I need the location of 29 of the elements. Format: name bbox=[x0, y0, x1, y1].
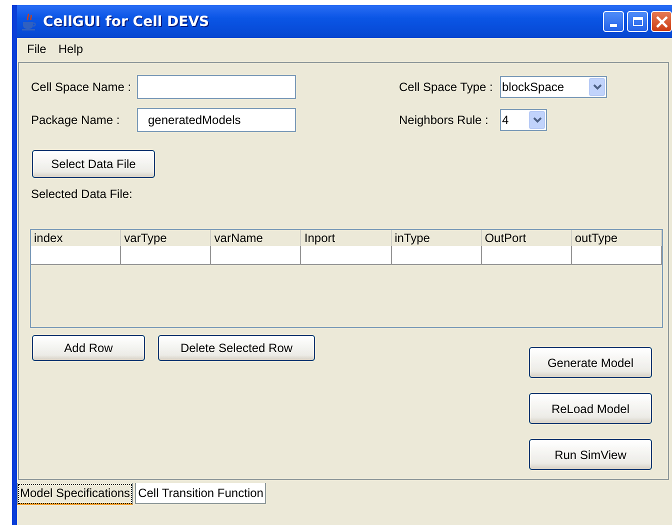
cup-icon bbox=[21, 12, 37, 30]
minimize-icon bbox=[610, 24, 617, 27]
minimize-button[interactable] bbox=[603, 11, 624, 32]
action-button[interactable]: Run SimView bbox=[529, 439, 652, 470]
field-label: Neighbors Rule : bbox=[399, 113, 490, 127]
tab[interactable]: Model Specifications bbox=[17, 483, 134, 505]
maximize-icon bbox=[632, 17, 642, 26]
dropdown[interactable]: 4 bbox=[500, 109, 547, 131]
text-field[interactable] bbox=[137, 75, 296, 99]
field-label: Cell Space Type : bbox=[399, 80, 494, 94]
action-button[interactable]: ReLoad Model bbox=[529, 393, 652, 424]
table-action-button[interactable]: Add Row bbox=[32, 335, 145, 361]
field-label: Package Name : bbox=[31, 113, 121, 127]
selected-file-label: Selected Data File: bbox=[31, 187, 134, 203]
tab[interactable]: Cell Transition Function bbox=[135, 483, 266, 504]
select-file-button[interactable]: Select Data File bbox=[32, 150, 155, 178]
table-action-button[interactable]: Delete Selected Row bbox=[158, 335, 315, 361]
chevron-down-icon bbox=[589, 78, 605, 96]
menu-item[interactable]: Help bbox=[53, 40, 88, 58]
window-title: CellGUI for Cell DEVS bbox=[43, 14, 210, 30]
dropdown[interactable]: blockSpace bbox=[500, 76, 607, 98]
maximize-button[interactable] bbox=[627, 11, 648, 32]
field-label: Cell Space Name : bbox=[31, 80, 132, 94]
menu-item[interactable]: File bbox=[22, 40, 52, 58]
action-button[interactable]: Generate Model bbox=[529, 347, 652, 378]
close-icon bbox=[654, 14, 668, 28]
text-field[interactable]: generatedModels bbox=[137, 108, 296, 132]
chevron-down-icon bbox=[529, 111, 545, 129]
close-button[interactable] bbox=[651, 11, 672, 32]
